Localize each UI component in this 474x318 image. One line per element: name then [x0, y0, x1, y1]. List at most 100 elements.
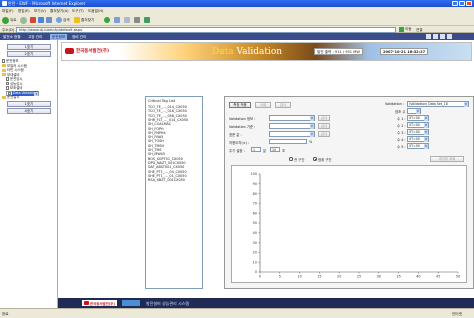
unit-2-button[interactable]: 2호기 — [7, 51, 51, 57]
nav-plant-status[interactable]: 발전소 현황 — [3, 35, 21, 40]
ref-1-select[interactable]: XT=00 — [407, 115, 429, 121]
go-button[interactable]: 이동 — [399, 27, 413, 33]
tag-list-header: Critical Tag List — [148, 99, 176, 103]
back-button[interactable]: 뒤로 — [2, 16, 17, 24]
standard-value-check-button[interactable]: 검사 — [318, 131, 330, 137]
unit-1-button[interactable]: 1호기 — [7, 44, 51, 50]
cycle-seconds-input[interactable]: 10 — [270, 147, 280, 152]
standard-value-select[interactable] — [269, 131, 315, 137]
unit-1-lower-button[interactable]: 1호기 — [7, 101, 51, 107]
nav-operation-info[interactable]: 운전정보 — [50, 33, 68, 40]
print-button[interactable] — [134, 16, 140, 24]
tree-item-operation-info[interactable]: 운전정보 — [2, 59, 18, 63]
menu-favorites[interactable]: 즐겨찾기(A) — [50, 9, 69, 14]
x-tick-label: 35 — [396, 275, 400, 279]
search-button[interactable]: 검색 — [56, 16, 70, 24]
delete-button[interactable]: 삭제 — [255, 102, 271, 108]
home-button[interactable] — [46, 16, 52, 24]
x-tick-label: 20 — [337, 275, 341, 279]
ref-1-label: 수 1 : — [397, 117, 406, 121]
home-icon — [46, 17, 52, 23]
close-button[interactable] — [466, 1, 472, 6]
favorites-button[interactable]: 즐겨찾기 — [74, 16, 94, 24]
browser-toolbar: 뒤로 검색 즐겨찾기 — [0, 14, 474, 26]
menu-help[interactable]: 도움말(H) — [88, 9, 103, 14]
validation-set-select[interactable]: (Validation) Data Set_18 — [407, 101, 469, 107]
ref-3-select[interactable]: XT=00 — [407, 129, 429, 135]
menu-view[interactable]: 보기(V) — [34, 9, 46, 14]
menu-bar: 파일(F) 편집(E) 보기(V) 즐겨찾기(A) 도구(T) 도움말(H) — [0, 7, 474, 14]
help-icon[interactable] — [447, 33, 452, 39]
tree-item-performance-monitor[interactable]: 성능감시 — [6, 82, 22, 86]
tag-list-item[interactable]: RSA_XBZT_001CX050 — [148, 178, 185, 182]
address-input[interactable]: http://www.dj-lubric/ip/default.aspx — [16, 26, 396, 33]
nav-fault-management[interactable]: 고장 관리 — [28, 35, 42, 40]
maximize-button[interactable] — [459, 1, 465, 6]
cycle-minutes-input[interactable]: 1 — [251, 147, 261, 152]
validation-info-check-button[interactable]: 검사 — [318, 115, 330, 121]
all-range-radio[interactable] — [289, 157, 293, 161]
stop-button[interactable] — [30, 16, 36, 24]
links-button[interactable]: 연결 — [416, 28, 423, 33]
validation-info-select[interactable] — [269, 115, 315, 121]
tree-item-operation-log[interactable]: 운전일지 — [2, 95, 19, 99]
cycle-label: 주기 설정 : — [229, 149, 245, 153]
refresh-button[interactable] — [38, 16, 44, 24]
x-tick-label: 5 — [279, 275, 281, 279]
tree-item-turbine[interactable]: 터빈 시스템 — [2, 68, 24, 72]
tolerance-unit: % — [309, 140, 313, 144]
x-tick-label: 15 — [317, 275, 321, 279]
ref-3-label: 수 3 : — [397, 131, 406, 135]
forward-button[interactable] — [20, 16, 27, 24]
cycle-seconds-unit: 초 — [282, 149, 286, 153]
x-tick-label: 30 — [377, 275, 381, 279]
menu-tools[interactable]: 도구(T) — [72, 9, 84, 14]
search-icon — [56, 17, 62, 23]
home-icon[interactable] — [426, 33, 431, 39]
reference-count-select[interactable] — [407, 108, 421, 114]
app-nav-bar: 발전소 현황 고장 관리 운전정보 정비 관리 — [0, 33, 474, 40]
ref-2-select[interactable]: XT=00 — [407, 122, 429, 128]
nav-maintenance[interactable]: 정비 관리 — [72, 35, 86, 40]
history-button[interactable] — [114, 16, 120, 24]
data-query-button[interactable]: 데이터 조회 — [430, 156, 464, 162]
document-icon — [6, 81, 9, 86]
forward-arrow-icon — [20, 16, 27, 24]
y-tick-label: 90 — [253, 182, 257, 186]
media-icon — [104, 17, 110, 23]
tree-item-aux-equipment[interactable]: 보조설비 — [6, 86, 22, 90]
ref-4-select[interactable]: XT=00 — [407, 136, 429, 142]
unit-4-button[interactable]: 4호기 — [7, 108, 51, 114]
menu-edit[interactable]: 편집(E) — [18, 9, 30, 14]
tree-item-boiler[interactable]: 보일러 시스템 — [2, 64, 27, 68]
ref-5-select[interactable]: XT=00 — [407, 143, 429, 149]
media-button[interactable] — [104, 16, 110, 24]
test-button[interactable]: 검사 — [275, 102, 291, 108]
left-sidebar: 1호기 2호기 운전정보 보일러 시스템 터빈 시스템 부대설비 운전감시 성능… — [0, 40, 58, 308]
folder-icon — [2, 64, 6, 67]
minimize-button[interactable] — [452, 1, 458, 6]
range-section-radio[interactable] — [313, 157, 317, 161]
footer-tagline: 발전설비 성능관리 시스템 — [146, 300, 190, 306]
validation-set-label: Validation : — [385, 102, 404, 106]
messenger-button[interactable] — [144, 16, 150, 24]
validation-criteria-check-button[interactable]: 검사 — [318, 123, 330, 129]
sitemap-icon[interactable] — [433, 33, 438, 39]
critical-tag-list[interactable]: Critical Tag List TCO_TE_..._014_CX050 TC… — [145, 96, 203, 289]
output-status: 발전 출력 : 911 / 951 MW — [314, 48, 363, 55]
refresh-icon — [38, 17, 44, 23]
company-logo: 한국동서발전(주) — [65, 48, 109, 54]
y-tick-label: 40 — [253, 231, 257, 235]
logout-icon[interactable] — [440, 33, 445, 39]
tolerance-input[interactable] — [269, 139, 307, 144]
menu-file[interactable]: 파일(F) — [2, 9, 13, 14]
x-tick-label: 45 — [436, 275, 440, 279]
address-label: 주소(D) — [2, 27, 15, 32]
x-tick-label: 40 — [416, 275, 420, 279]
mail-button[interactable] — [124, 16, 130, 24]
tree-item-operation-monitor[interactable]: 운전감시 — [6, 77, 22, 81]
folder-icon — [2, 68, 6, 72]
measure-apply-button[interactable]: 측정 적용 — [229, 102, 251, 108]
validation-criteria-select[interactable] — [269, 123, 315, 129]
tree-item-auxiliary[interactable]: 부대설비 — [2, 73, 19, 77]
